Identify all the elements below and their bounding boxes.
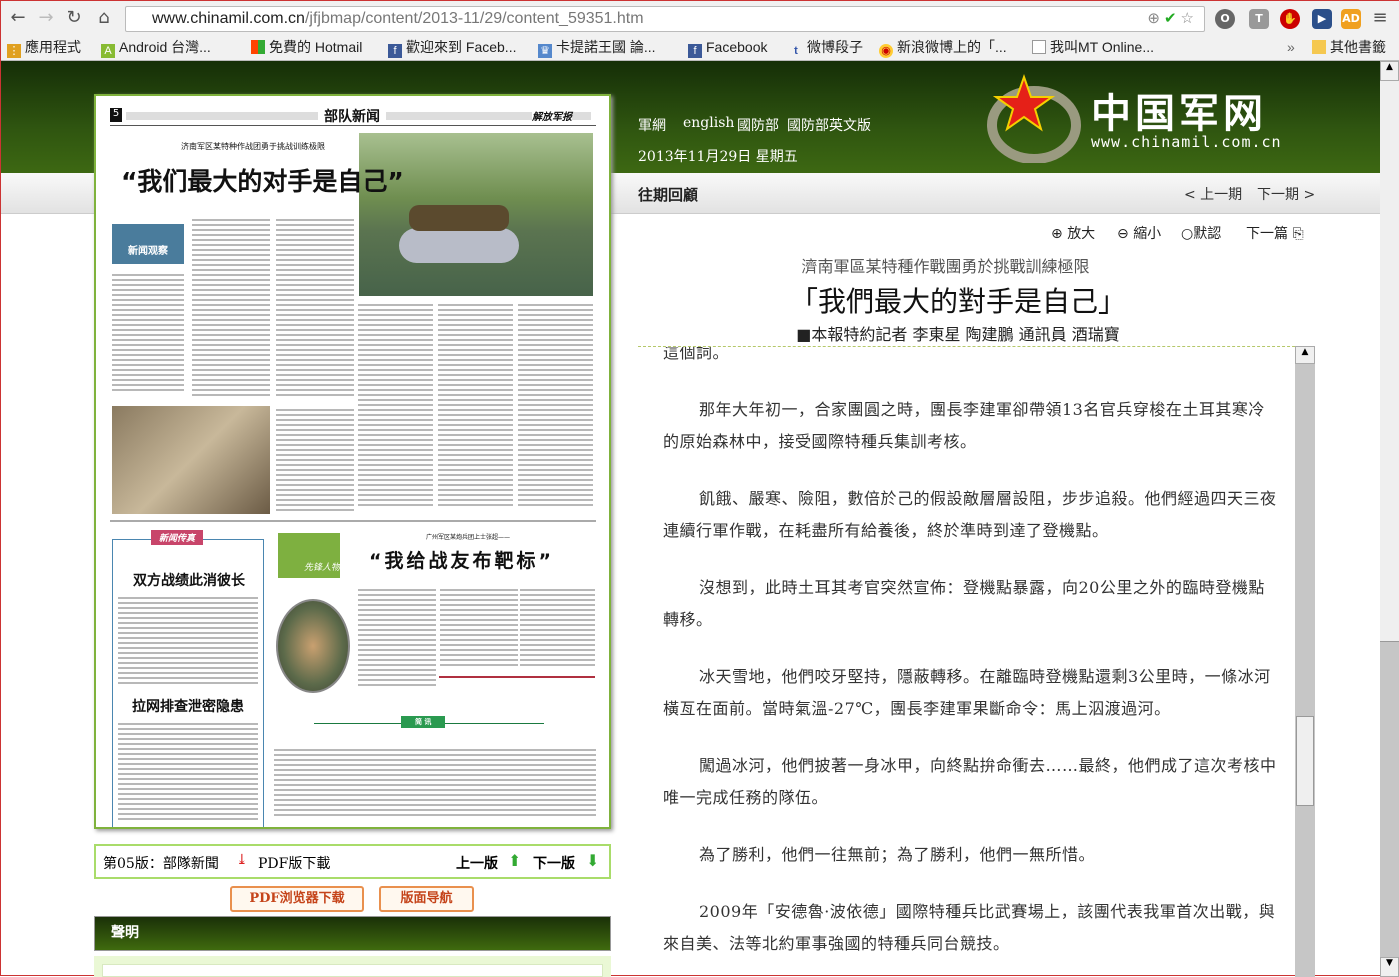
star-icon[interactable]: ☆ xyxy=(1181,10,1198,27)
bookmarks-overflow[interactable]: » xyxy=(1287,37,1295,57)
adblock-icon[interactable]: ✋ xyxy=(1280,9,1300,29)
header-date: 2013年11月29日 星期五 xyxy=(638,149,798,165)
reload-icon[interactable]: ↻ xyxy=(63,7,85,28)
badge: 新闻观察 xyxy=(112,224,184,264)
lead-headline: “我们最大的对手是自己” xyxy=(121,167,404,196)
soldiers-photo xyxy=(112,406,270,514)
headline: 拉网排查泄密隐患 xyxy=(132,699,244,715)
section-name: 部队新闻 xyxy=(318,106,386,126)
headline: 双方战绩此消彼长 xyxy=(133,573,245,589)
declaration-header: 聲明 xyxy=(94,916,611,951)
page-scroll-up-button[interactable]: ▲ xyxy=(1380,61,1399,81)
url-path: /jfjbmap/content/2013-11/29/content_5935… xyxy=(304,10,644,27)
archive-title[interactable]: 往期回顧 xyxy=(638,184,698,205)
link-mod-english[interactable]: 國防部英文版 xyxy=(787,115,871,135)
next-article-button[interactable]: 下一篇 ⎘ xyxy=(1246,223,1304,243)
article-paragraph: 飢餓、嚴寒、險阻，數倍於己的假設敵層層設阻，步步追殺。他們經過四天三夜連續行軍作… xyxy=(663,489,1277,540)
kicker: 济南军区某特种作战团勇于挑战训练极限 xyxy=(181,142,325,151)
extension-icon[interactable]: T xyxy=(1249,9,1269,29)
soldier-portrait xyxy=(276,599,350,693)
pdf-reader-download-button[interactable]: PDF浏览器下载 xyxy=(230,886,364,912)
extension-icon[interactable]: ▶ xyxy=(1312,9,1332,29)
bookmark[interactable]: ⋮ 應用程式 xyxy=(7,37,81,58)
link-mod[interactable]: 國防部 xyxy=(737,115,779,135)
page-number: 5 xyxy=(110,108,122,122)
article-paragraph: 闖過冰河，他們披著一身冰甲，向終點拚命衝去……最終，他們成了這次考核中唯一完成任… xyxy=(663,756,1277,807)
badge: 先锋人物 xyxy=(278,533,340,578)
article-scrollbar[interactable] xyxy=(1295,346,1315,977)
layout-navigation-button[interactable]: 版面导航 xyxy=(379,886,474,912)
zoom-out-icon: ⊖ xyxy=(1117,226,1129,242)
next-article-icon: ⎘ xyxy=(1292,226,1304,242)
bookmark[interactable]: f 歡迎來到 Faceb... xyxy=(388,37,516,58)
page-scrollbar-thumb[interactable] xyxy=(1380,641,1399,957)
arrow-down-icon[interactable]: ⬇ xyxy=(586,851,599,870)
article-paragraph: 這個詞。 xyxy=(663,346,730,362)
extension-icon[interactable]: O xyxy=(1215,9,1235,29)
bookmark[interactable]: A Android 台灣... xyxy=(101,37,211,58)
star-emblem-icon xyxy=(987,73,1081,164)
browser-toolbar: ← → ↻ ⌂ www.chinamil.com.cn/jfjbmap/cont… xyxy=(1,1,1399,61)
article-subtitle: 濟南軍區某特種作戰團勇於挑戰訓練極限 xyxy=(801,257,1090,276)
article-paragraph: 那年大年初一，合家團圓之時，團長李建軍卻帶領13名官兵穿梭在土耳其寒冷的原始森林… xyxy=(663,400,1265,451)
kicker: 广州军区某炮兵团上士张超—— xyxy=(426,534,511,541)
link-junwang[interactable]: 軍網 xyxy=(638,115,666,135)
link-english[interactable]: english xyxy=(683,115,734,131)
home-icon[interactable]: ⌂ xyxy=(93,7,115,28)
menu-icon[interactable]: ≡ xyxy=(1369,7,1391,28)
pdf-download-link[interactable]: PDF版下載 xyxy=(258,853,330,873)
brief-label: 简 讯 xyxy=(401,716,446,728)
edition-bar: 第05版：部隊新聞 ⤓ PDF版下載 上一版 ⬆ 下一版 ⬇ xyxy=(94,844,611,879)
scroll-up-button[interactable]: ▲ xyxy=(1295,346,1315,364)
page-scroll-down-button[interactable]: ▼ xyxy=(1380,957,1399,977)
article-scrollbar-thumb[interactable] xyxy=(1296,716,1314,806)
bookmark[interactable]: 免費的 Hotmail xyxy=(251,37,362,57)
site-logo[interactable]: 中国军网 www.chinamil.com.cn xyxy=(986,73,1286,164)
declaration-box xyxy=(94,956,611,977)
article-paragraph: 2009年「安德魯·波依德」國際特種兵比武賽場上，該團代表我軍首次出戰，與來自美… xyxy=(663,902,1276,953)
adblock-plus-icon[interactable]: AD xyxy=(1341,9,1361,29)
bookmark[interactable]: t 微博段子 xyxy=(789,37,863,57)
other-bookmarks[interactable]: 其他書籤 xyxy=(1312,37,1386,57)
bookmark[interactable]: 我叫MT Online... xyxy=(1032,37,1154,57)
article-byline: ■本報特約記者 李東星 陶建鵬 通訊員 酒瑞寶 xyxy=(796,325,1120,344)
prev-edition-link[interactable]: 上一版 xyxy=(456,853,498,873)
check-icon[interactable]: ✔ xyxy=(1164,10,1181,27)
prev-issue-link[interactable]: < 上一期 xyxy=(1184,184,1242,204)
url-host: www.chinamil.com.cn xyxy=(152,10,305,27)
address-bar[interactable]: www.chinamil.com.cn/jfjbmap/content/2013… xyxy=(125,6,1205,32)
next-issue-link[interactable]: 下一期 > xyxy=(1257,184,1315,204)
bookmark[interactable]: ◉ 新浪微博上的「... xyxy=(879,37,1007,58)
next-edition-link[interactable]: 下一版 xyxy=(533,853,575,873)
default-size-button[interactable]: ○默認 xyxy=(1181,223,1221,243)
bookmark[interactable]: f Facebook xyxy=(688,37,767,58)
article-body[interactable]: 這個詞。 那年大年初一，合家團圓之時，團長李建軍卻帶領13名官兵穿梭在土耳其寒冷… xyxy=(638,346,1315,977)
zoom-out-button[interactable]: ⊖ 縮小 xyxy=(1117,223,1161,243)
article-title: 「我們最大的對手是自己」 xyxy=(789,285,1126,318)
headline: “我给战友布靶标” xyxy=(369,550,554,572)
newspaper-page-image[interactable]: 5 部队新闻 解放军报 济南军区某特种作战团勇于挑战训练极限 “我们最大的对手是… xyxy=(94,94,611,829)
article-paragraph: 沒想到，此時土耳其考官突然宣佈：登機點暴露，向20公里之外的臨時登機點轉移。 xyxy=(663,578,1265,629)
arrow-up-icon[interactable]: ⬆ xyxy=(508,851,521,870)
masthead: 解放军报 xyxy=(532,108,572,123)
article-paragraph: 冰天雪地，他們咬牙堅持，隱蔽轉移。在離臨時登機點還剩3公里時，一條冰河橫亙在面前… xyxy=(663,667,1271,718)
zoom-in-icon: ⊕ xyxy=(1051,226,1063,242)
article-paragraph: 為了勝利，他們一往無前；為了勝利，他們一無所惜。 xyxy=(699,845,1096,864)
badge: 新闻传真 xyxy=(151,530,204,545)
zoom-icon[interactable]: ⊕ xyxy=(1147,10,1164,27)
raft-photo xyxy=(359,133,593,296)
back-icon[interactable]: ← xyxy=(7,7,29,28)
zoom-in-button[interactable]: ⊕ 放大 xyxy=(1051,223,1095,243)
forward-icon[interactable]: → xyxy=(35,7,57,28)
pdf-icon: ⤓ xyxy=(236,852,248,868)
bookmark[interactable]: ♛ 卡提諾王國 論... xyxy=(538,37,656,58)
radio-icon: ○ xyxy=(1181,226,1194,242)
edition-label: 第05版：部隊新聞 xyxy=(103,856,219,872)
